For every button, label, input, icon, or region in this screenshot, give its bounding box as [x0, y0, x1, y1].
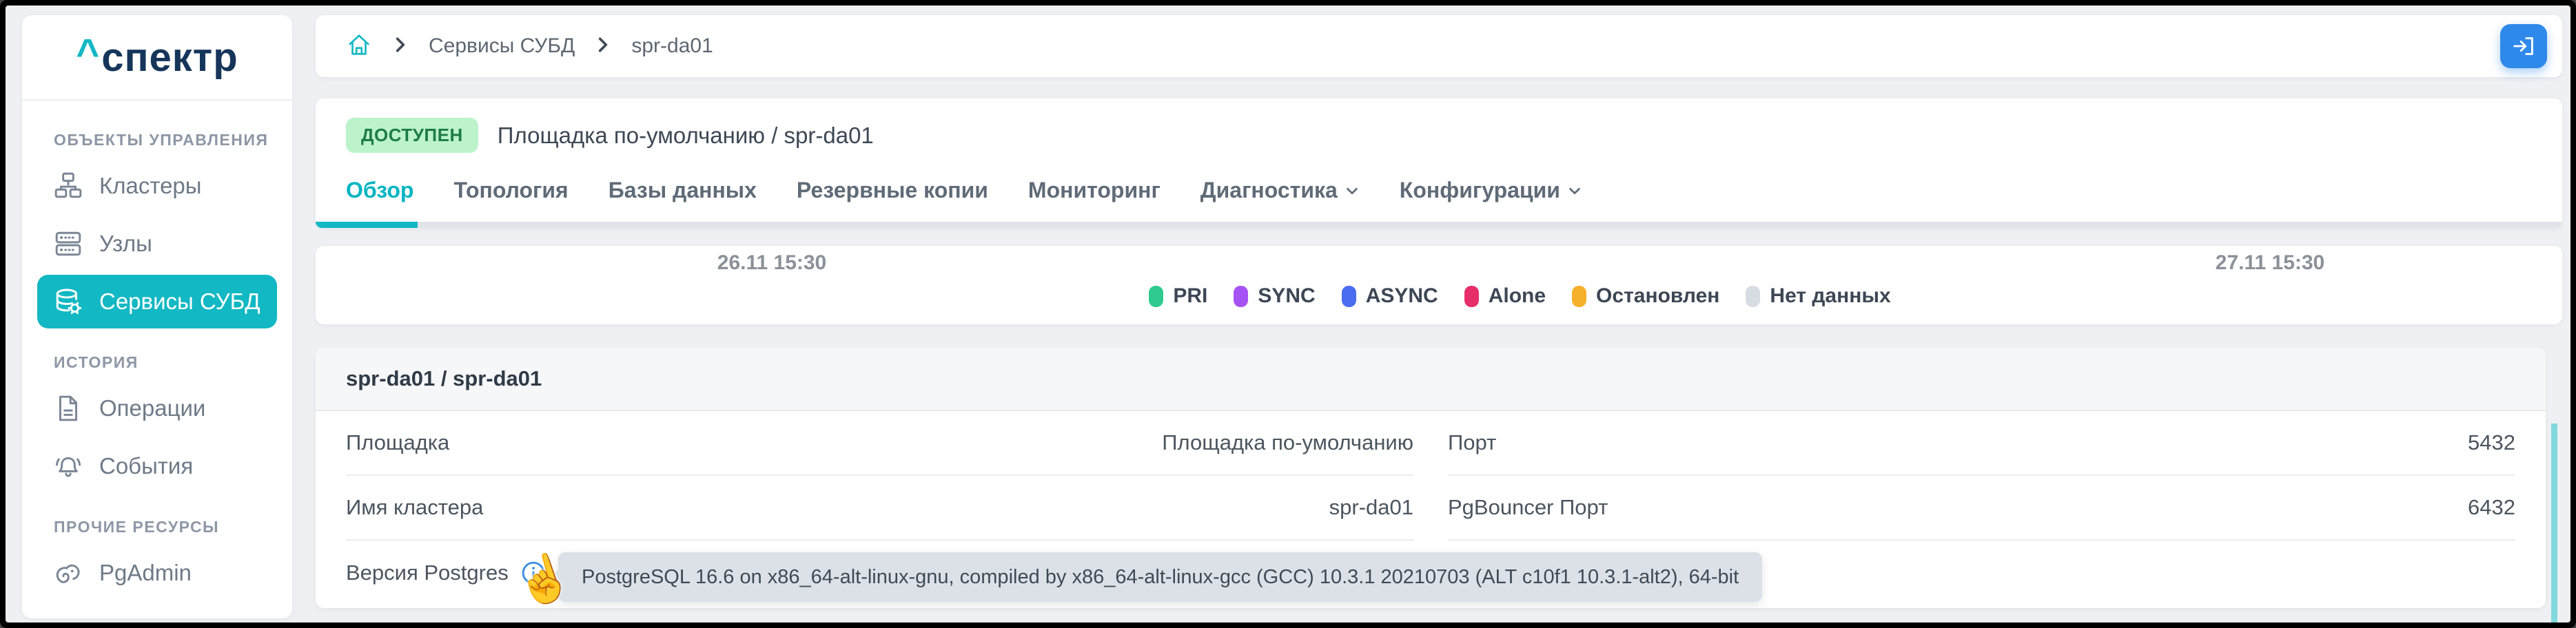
tab-diagnostics[interactable]: Диагностика — [1200, 178, 1360, 203]
sidebar-item-events[interactable]: События — [37, 439, 277, 493]
status-badge: ДОСТУПЕН — [346, 118, 478, 153]
table-row-cluster-name: Имя кластера spr-da01 — [346, 476, 1413, 541]
row-label: Площадка — [346, 430, 449, 455]
document-icon — [54, 394, 83, 423]
row-label: Порт — [1448, 430, 1496, 455]
sidebar-item-label: Операции — [99, 395, 205, 421]
bell-icon — [54, 452, 83, 481]
tab-configurations[interactable]: Конфигурации — [1400, 178, 1582, 203]
row-label: PgBouncer Порт — [1448, 495, 1608, 520]
sidebar-item-label: Узлы — [99, 231, 152, 257]
database-gear-icon — [54, 287, 83, 316]
sidebar-item-nodes[interactable]: Узлы — [37, 217, 277, 271]
logo-caret-icon: ^ — [76, 30, 100, 76]
sidebar-section-objects: ОБЪЕКТЫ УПРАВЛЕНИЯ — [54, 131, 277, 149]
legend-swatch — [1464, 286, 1479, 307]
legend-item-alone[interactable]: Alone — [1464, 284, 1546, 308]
sidebar-menu: ОБЪЕКТЫ УПРАВЛЕНИЯ Кластеры — [22, 101, 292, 600]
status-row: ДОСТУПЕН Площадка по-умолчанию / spr-da0… — [316, 98, 2562, 153]
sidebar-item-label: Сервисы СУБД — [99, 289, 260, 315]
legend-swatch — [1234, 286, 1248, 307]
legend-item-no-data[interactable]: Нет данных — [1746, 284, 1890, 308]
sidebar-item-pgadmin[interactable]: PgAdmin — [37, 546, 277, 600]
row-label: Версия Postgres — [346, 561, 509, 585]
sidebar-item-operations[interactable]: Операции — [37, 381, 277, 435]
service-header-card: ДОСТУПЕН Площадка по-умолчанию / spr-da0… — [316, 98, 2562, 228]
sidebar-section-history: ИСТОРИЯ — [54, 353, 277, 372]
chart-legend: PRI SYNC ASYNC Alone Остановлен Нет данн… — [316, 284, 2562, 308]
status-timeline-chart: 26.11 15:30 27.11 15:30 PRI SYNC ASYNC A… — [316, 246, 2562, 324]
active-tab-underline — [316, 222, 418, 228]
x-axis-tick: 27.11 15:30 — [2216, 251, 2324, 275]
legend-item-async[interactable]: ASYNC — [1342, 284, 1438, 308]
home-icon[interactable] — [346, 32, 372, 61]
breadcrumb: Сервисы СУБД spr-da01 — [316, 15, 2562, 77]
sidebar-item-dbms-services[interactable]: Сервисы СУБД — [37, 275, 277, 328]
details-card-title: spr-da01 / spr-da01 — [316, 348, 2546, 411]
sidebar: ^ спектр ОБЪЕКТЫ УПРАВЛЕНИЯ Кластеры — [22, 15, 292, 618]
row-value: Площадка по-умолчанию — [1162, 430, 1413, 455]
nodes-icon — [54, 229, 83, 258]
exit-arrow-icon — [2511, 33, 2537, 59]
app-logo[interactable]: ^ спектр — [22, 15, 292, 101]
logo-text: спектр — [101, 34, 238, 81]
clusters-icon — [54, 171, 83, 200]
table-row-port: Порт 5432 — [1448, 411, 2515, 476]
row-label: Имя кластера — [346, 495, 483, 520]
legend-swatch — [1342, 286, 1356, 307]
screenshot-frame: ^ спектр ОБЪЕКТЫ УПРАВЛЕНИЯ Кластеры — [0, 0, 2576, 628]
table-row-site: Площадка Площадка по-умолчанию — [346, 411, 1413, 476]
legend-swatch — [1149, 286, 1163, 307]
vertical-scrollbar[interactable] — [2551, 423, 2557, 622]
chevron-down-icon — [1567, 183, 1582, 198]
tab-bar: Обзор Топология Базы данных Резервные ко… — [316, 178, 2562, 203]
chevron-down-icon — [1345, 183, 1360, 198]
tab-databases[interactable]: Базы данных — [609, 178, 757, 203]
page-title: Площадка по-умолчанию / spr-da01 — [498, 123, 874, 149]
legend-swatch — [1572, 286, 1586, 307]
tab-backups[interactable]: Резервные копии — [797, 178, 988, 203]
x-axis-tick: 26.11 15:30 — [717, 251, 826, 275]
breadcrumb-item-dbms[interactable]: Сервисы СУБД — [429, 34, 575, 58]
row-value: 6432 — [2468, 495, 2515, 520]
tab-monitoring[interactable]: Мониторинг — [1028, 178, 1161, 203]
sidebar-section-other: ПРОЧИЕ РЕСУРСЫ — [54, 518, 277, 536]
cluster-details-card: spr-da01 / spr-da01 Площадка Площадка по… — [316, 348, 2546, 608]
sidebar-item-label: Кластеры — [99, 173, 202, 199]
tab-overview[interactable]: Обзор — [346, 178, 413, 203]
chevron-right-icon — [594, 36, 612, 57]
legend-item-pri[interactable]: PRI — [1149, 284, 1207, 308]
sidebar-item-label: PgAdmin — [99, 560, 192, 586]
app-root: ^ спектр ОБЪЕКТЫ УПРАВЛЕНИЯ Кластеры — [6, 6, 2570, 622]
sidebar-item-clusters[interactable]: Кластеры — [37, 159, 277, 213]
breadcrumb-item-current: spr-da01 — [631, 34, 713, 58]
pgadmin-elephant-icon — [54, 558, 83, 587]
tab-underline-track — [316, 222, 2562, 228]
postgres-version-tooltip: PostgreSQL 16.6 on x86_64-alt-linux-gnu,… — [558, 552, 1762, 602]
logout-button[interactable] — [2500, 24, 2547, 68]
row-value: 5432 — [2468, 430, 2515, 455]
tab-topology[interactable]: Топология — [453, 178, 568, 203]
sidebar-item-label: События — [99, 453, 193, 479]
row-value: spr-da01 — [1329, 495, 1413, 520]
legend-item-sync[interactable]: SYNC — [1234, 284, 1315, 308]
chevron-right-icon — [391, 36, 409, 57]
legend-item-stopped[interactable]: Остановлен — [1572, 284, 1719, 308]
table-row-pgbouncer-port: PgBouncer Порт 6432 — [1448, 476, 2515, 541]
legend-swatch — [1746, 286, 1760, 307]
